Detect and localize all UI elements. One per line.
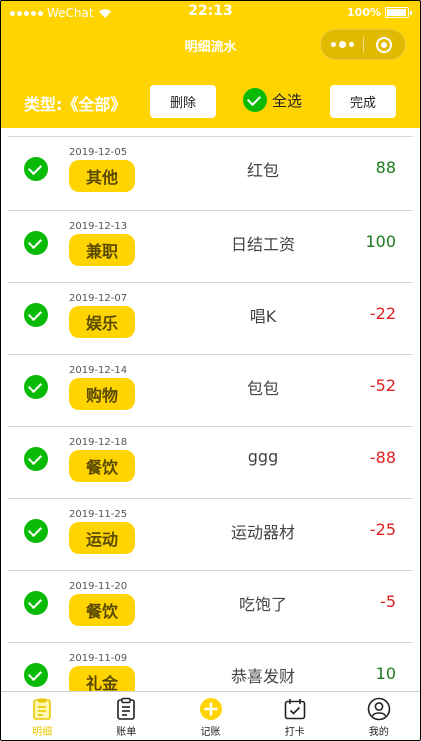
tab-add-record[interactable]: 记账 — [168, 692, 252, 741]
list-item[interactable]: 2019-12-07 娱乐 唱K -22 — [8, 282, 413, 354]
record-amount: -88 — [369, 448, 396, 467]
record-date: 2019-11-25 — [69, 509, 128, 520]
delete-button[interactable]: 删除 — [150, 85, 216, 118]
category-badge: 娱乐 — [69, 306, 135, 338]
check-circle-icon[interactable] — [24, 375, 48, 399]
category-badge: 兼职 — [69, 234, 135, 266]
list-item[interactable]: 2019-11-09 礼金 恭喜发财 10 — [8, 642, 413, 691]
list-item[interactable]: 2019-12-05 其他 红包 88 — [8, 136, 413, 208]
record-note: 红包 — [246, 161, 279, 180]
tab-label: 明细 — [32, 727, 53, 738]
category-badge: 礼金 — [69, 666, 135, 691]
category-badge: 餐饮 — [69, 594, 135, 626]
category-badge: 运动 — [69, 522, 135, 554]
tab-bill[interactable]: 账单 — [84, 692, 168, 741]
record-date: 2019-11-09 — [69, 653, 128, 664]
record-note: 运动器材 — [230, 523, 295, 542]
battery-icon — [385, 7, 412, 18]
type-filter[interactable]: 类型:《全部》 — [24, 91, 126, 115]
record-note: 日结工资 — [230, 235, 295, 254]
clipboard-icon — [33, 698, 51, 720]
record-date: 2019-12-07 — [69, 293, 128, 304]
record-note: 恭喜发财 — [230, 667, 295, 686]
record-note: 包包 — [246, 379, 279, 398]
tab-detail[interactable]: 明细 — [0, 692, 84, 741]
record-amount: -25 — [369, 520, 396, 539]
category-badge: 其他 — [69, 160, 135, 192]
check-circle-icon — [243, 88, 267, 112]
check-circle-icon[interactable] — [24, 663, 48, 687]
record-amount: 10 — [375, 664, 396, 683]
select-all-toggle[interactable]: 全选 — [243, 88, 302, 112]
done-button[interactable]: 完成 — [330, 85, 396, 118]
check-circle-icon[interactable] — [24, 157, 48, 181]
mini-program-capsule — [320, 29, 406, 60]
header: WeChat 22:13 100% 明细流水 类型:《全部》 删除 全选 完成 — [0, 0, 421, 128]
record-date: 2019-12-14 — [69, 365, 128, 376]
list-item[interactable]: 2019-12-13 兼职 日结工资 100 — [8, 210, 413, 282]
record-amount: 100 — [365, 232, 396, 251]
bill-icon — [117, 697, 136, 720]
list-item[interactable]: 2019-11-20 餐饮 吃饱了 -5 — [8, 570, 413, 642]
battery-percent: 100% — [347, 6, 381, 19]
list-item[interactable]: 2019-12-18 餐饮 ggg -88 — [8, 426, 413, 498]
target-icon — [376, 36, 393, 53]
tab-label: 我的 — [368, 727, 389, 738]
list-item[interactable]: 2019-11-25 运动 运动器材 -25 — [8, 498, 413, 570]
record-amount: -52 — [369, 376, 396, 395]
select-all-label: 全选 — [272, 91, 303, 110]
record-note: 吃饱了 — [238, 595, 287, 614]
record-date: 2019-12-05 — [69, 147, 128, 158]
more-options-icon[interactable] — [321, 41, 363, 48]
check-circle-icon[interactable] — [24, 591, 48, 615]
record-amount: -22 — [369, 304, 396, 323]
record-date: 2019-12-18 — [69, 437, 128, 448]
check-circle-icon[interactable] — [24, 303, 48, 327]
tab-label: 记账 — [200, 727, 221, 738]
plus-circle-icon — [199, 698, 222, 720]
record-amount: -5 — [380, 592, 396, 611]
tab-me[interactable]: 我的 — [337, 692, 421, 741]
category-badge: 购物 — [69, 378, 135, 410]
check-circle-icon[interactable] — [24, 519, 48, 543]
list-item[interactable]: 2019-12-14 购物 包包 -52 — [8, 354, 413, 426]
record-list: 2019-12-05 其他 红包 88 2019-12-13 兼职 日结工资 1… — [0, 128, 421, 691]
status-bar: WeChat 22:13 100% — [0, 0, 421, 26]
record-note: 唱K — [249, 307, 277, 326]
tab-check-in[interactable]: 打卡 — [253, 692, 337, 741]
record-date: 2019-12-13 — [69, 221, 128, 232]
record-note: ggg — [247, 447, 279, 466]
user-icon — [367, 697, 391, 721]
check-circle-icon[interactable] — [24, 231, 48, 255]
close-program-button[interactable] — [364, 36, 405, 53]
calendar-check-icon — [284, 699, 306, 720]
tab-label: 账单 — [116, 727, 137, 738]
tab-label: 打卡 — [284, 727, 305, 738]
record-date: 2019-11-20 — [69, 581, 128, 592]
check-circle-icon[interactable] — [24, 447, 48, 471]
category-badge: 餐饮 — [69, 450, 135, 482]
tab-bar: 明细 账单 记账 打卡 我的 — [0, 691, 421, 741]
record-amount: 88 — [375, 158, 396, 177]
